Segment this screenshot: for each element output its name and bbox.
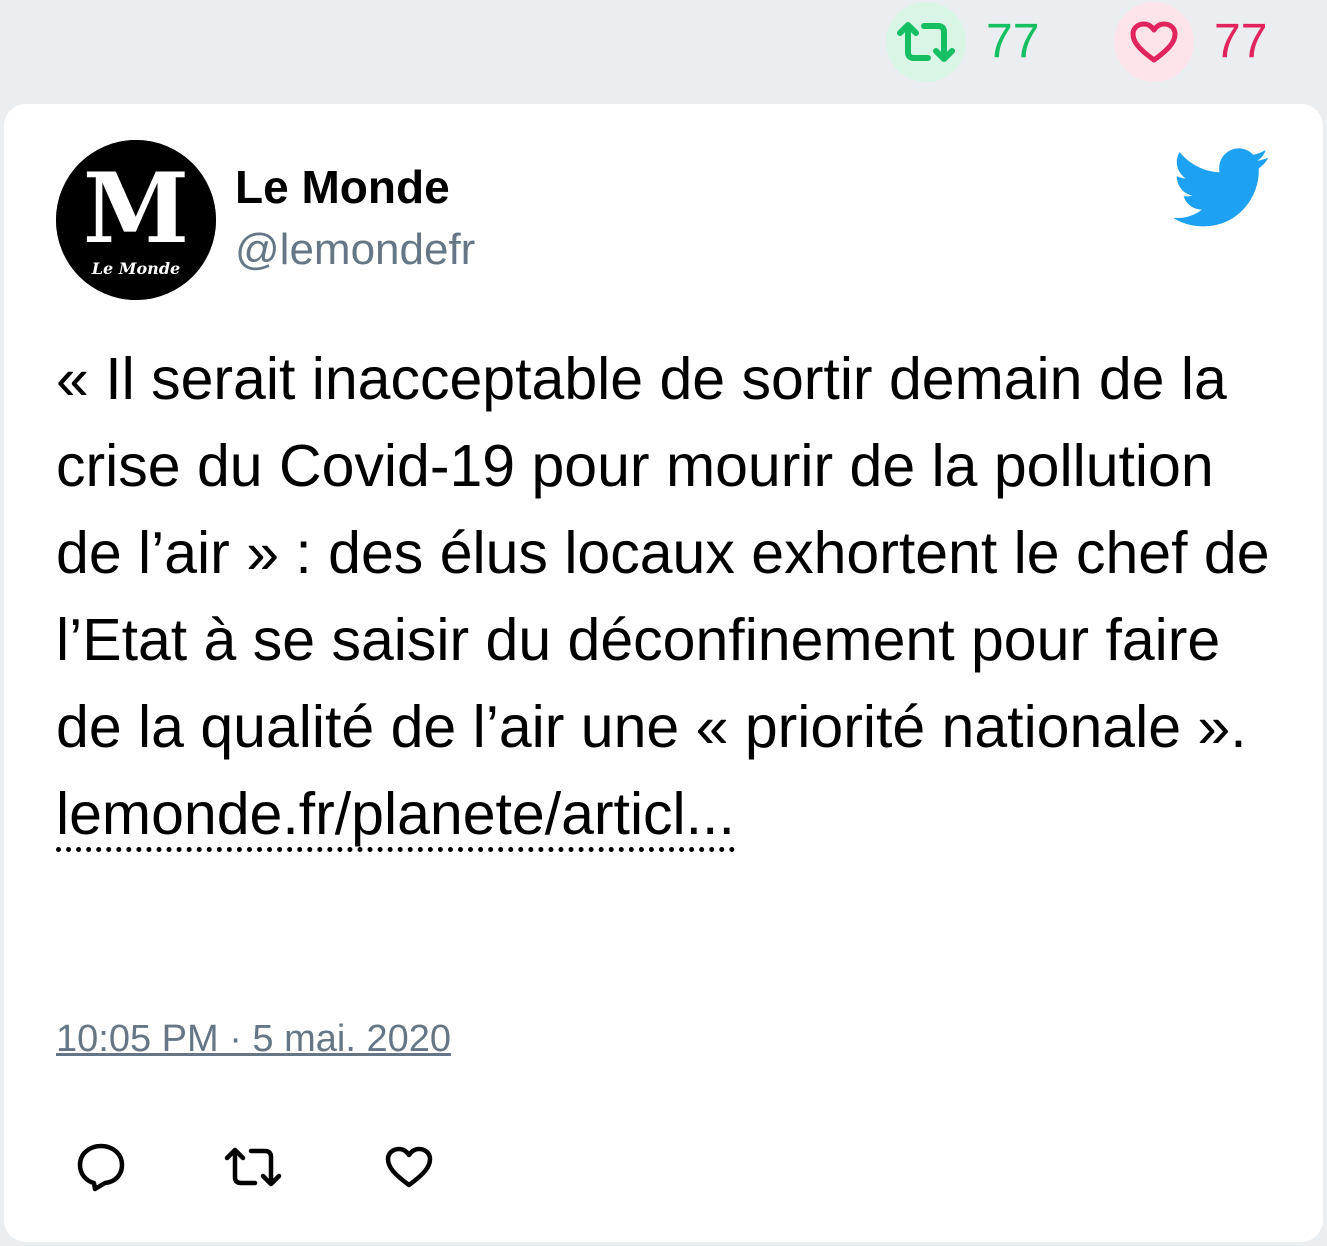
heart-icon — [385, 1146, 433, 1188]
like-stat-circle — [1114, 2, 1194, 82]
article-link[interactable]: lemonde.fr/planete/articl... — [56, 781, 735, 852]
le-monde-logo-icon: M Le Monde — [56, 140, 216, 300]
tweet-card: M Le Monde Le Monde @lemondefr « Il sera… — [4, 104, 1323, 1242]
retweet-icon — [224, 1147, 282, 1187]
like-count: 77 — [1214, 15, 1268, 68]
reply-icon — [77, 1143, 125, 1192]
tweet-body: « Il serait inacceptable de sortir demai… — [56, 346, 1270, 760]
retweet-stat[interactable]: 77 — [886, 2, 1039, 82]
like-stat[interactable]: 77 — [1114, 2, 1267, 82]
avatar-mark: M — [83, 152, 189, 265]
tweet-text: « Il serait inacceptable de sortir demai… — [56, 336, 1286, 858]
author-name[interactable]: Le Monde — [235, 164, 450, 210]
tweet-timestamp[interactable]: 10:05 PM · 5 mai. 2020 — [56, 1020, 451, 1058]
retweet-count: 77 — [986, 15, 1040, 68]
like-button[interactable] — [376, 1134, 442, 1200]
retweet-icon — [897, 22, 955, 62]
retweet-button[interactable] — [220, 1134, 286, 1200]
author-handle[interactable]: @lemondefr — [235, 228, 475, 272]
reply-button[interactable] — [68, 1134, 134, 1200]
avatar-caption: Le Monde — [91, 259, 180, 278]
engagement-bar: 77 77 — [0, 0, 1327, 100]
heart-icon — [1130, 21, 1178, 63]
twitter-bird-icon[interactable] — [1174, 148, 1270, 228]
retweet-stat-circle — [886, 2, 966, 82]
avatar[interactable]: M Le Monde — [56, 140, 216, 300]
